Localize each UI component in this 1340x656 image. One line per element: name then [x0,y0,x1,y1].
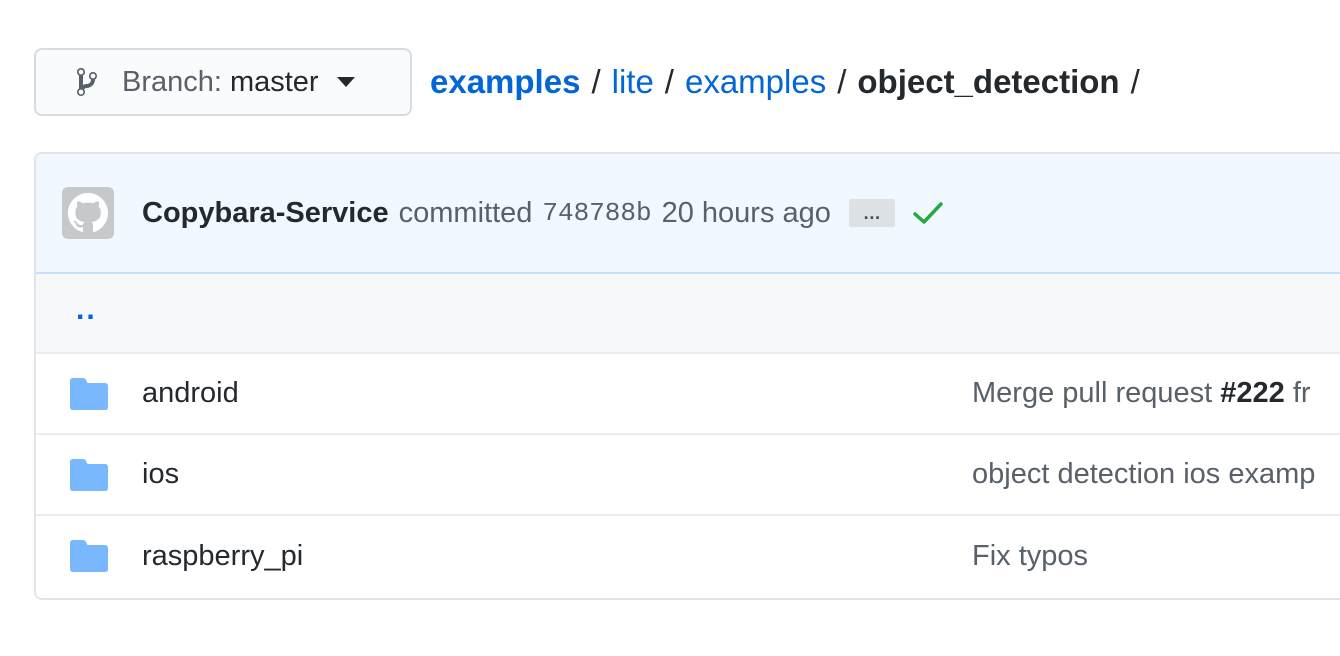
commit-message-expand-button[interactable]: … [848,199,895,227]
file-row: raspberry_pi Fix typos [36,516,1340,597]
check-icon[interactable] [913,201,943,225]
caret-down-icon [336,77,355,87]
file-name-link[interactable]: android [142,377,239,410]
file-browser-panel: Copybara-Service committed 748788b 20 ho… [34,152,1340,600]
file-row: ios object detection ios examp [36,435,1340,516]
branch-select-button[interactable]: Branch: master [34,48,412,116]
breadcrumb: examples / lite / examples / object_dete… [430,58,1151,106]
breadcrumb-separator: / [664,63,674,100]
folder-icon [70,540,108,580]
latest-commit-bar: Copybara-Service committed 748788b 20 ho… [36,154,1340,274]
commit-message-text[interactable]: fr [1285,377,1311,409]
breadcrumb-separator: / [591,63,601,100]
file-commit-message[interactable]: Merge pull request #222 fr [972,377,1311,410]
breadcrumb-link-lite[interactable]: lite [612,63,654,101]
breadcrumb-current: object_detection [857,63,1120,100]
branch-name: master [229,65,319,98]
commit-action: committed [398,196,533,229]
parent-directory-link[interactable]: .. [76,293,97,327]
github-octocat-icon [68,193,108,233]
file-commit-message[interactable]: object detection ios examp [972,458,1315,491]
file-commit-message[interactable]: Fix typos [972,540,1088,573]
branch-label: Branch: [122,65,222,98]
commit-message-text[interactable]: object detection ios examp [972,458,1315,490]
commit-message-text[interactable]: Fix typos [972,540,1088,572]
file-name-link[interactable]: ios [142,458,179,491]
avatar[interactable] [62,187,114,239]
commit-author[interactable]: Copybara-Service [142,197,389,230]
pull-request-link[interactable]: #222 [1220,377,1285,409]
commit-message-text[interactable]: Merge pull request [972,377,1220,409]
file-row: android Merge pull request #222 fr [36,354,1340,435]
folder-icon [70,459,108,499]
breadcrumb-separator: / [837,63,847,100]
commit-age: 20 hours ago [661,196,831,229]
parent-directory-row[interactable]: .. [36,274,1340,354]
breadcrumb-link-examples[interactable]: examples [430,63,580,101]
folder-icon [70,378,108,418]
git-branch-icon [77,67,97,96]
commit-sha[interactable]: 748788b [542,198,651,228]
breadcrumb-link-examples-sub[interactable]: examples [685,63,826,101]
file-name-link[interactable]: raspberry_pi [142,540,303,573]
breadcrumb-separator: / [1130,63,1140,100]
